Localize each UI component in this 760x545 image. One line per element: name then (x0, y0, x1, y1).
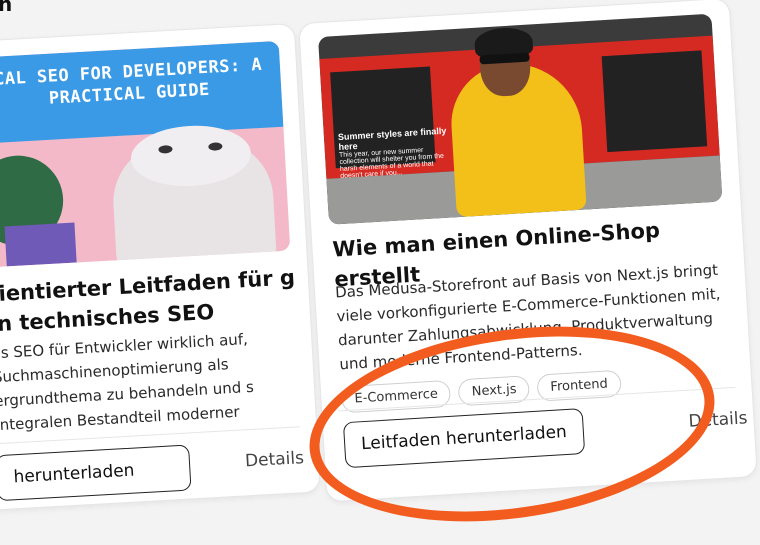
tag-list: E-Commerce Next.js Frontend (340, 369, 622, 414)
cover-banner-text: CAL SEO FOR DEVELOPERS: A PRACTICAL GUID… (0, 40, 284, 144)
guide-card-online-shop: Summer styles are finally here This year… (298, 0, 758, 503)
details-link[interactable]: Details (245, 448, 305, 471)
details-link[interactable]: Details (688, 408, 748, 431)
card-cover-image: Summer styles are finally here This year… (318, 13, 723, 225)
card-cover-image: CAL SEO FOR DEVELOPERS: A PRACTICAL GUID… (0, 40, 291, 268)
guide-card-seo: CAL SEO FOR DEVELOPERS: A PRACTICAL GUID… (0, 22, 321, 512)
storefront-window (601, 50, 708, 153)
card-description: es SEO für Entwickler wirklich auf, Such… (0, 330, 255, 435)
section-heading-fragment: n (0, 0, 13, 16)
screen-illustration (4, 222, 77, 267)
tag-ecommerce[interactable]: E-Commerce (340, 379, 452, 414)
download-guide-button[interactable]: Leitfaden herunterladen (342, 408, 586, 469)
download-guide-button[interactable]: herunterladen (0, 444, 192, 502)
